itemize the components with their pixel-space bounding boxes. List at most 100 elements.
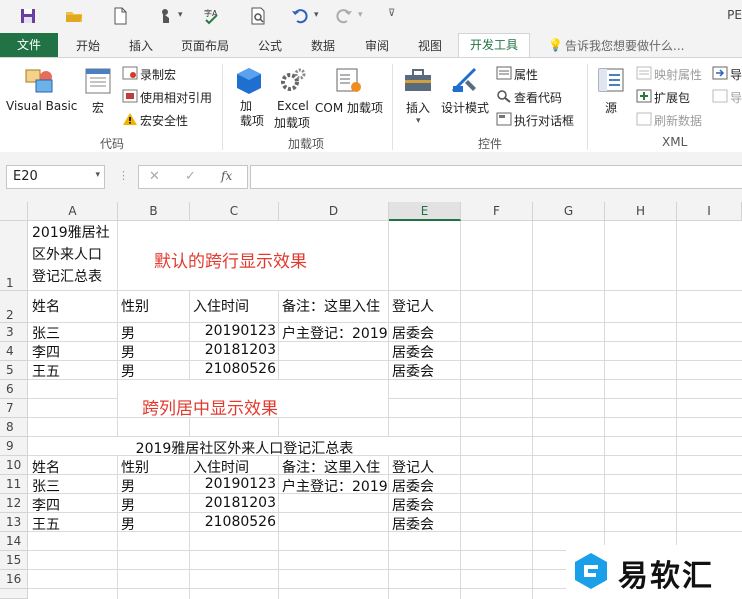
macro-label[interactable]: 宏 (92, 99, 104, 116)
print-preview-icon[interactable] (248, 6, 268, 26)
cell-e4[interactable]: 居委会 (392, 342, 434, 362)
tab-formulas[interactable]: 公式 (258, 37, 282, 54)
record-macro-label[interactable]: 录制宏 (140, 66, 176, 83)
touch-icon[interactable] (156, 6, 176, 26)
cell-a12[interactable]: 李四 (32, 495, 60, 515)
relative-reference-icon[interactable] (122, 89, 138, 103)
macro-icon[interactable] (84, 66, 112, 96)
cell-a3[interactable]: 张三 (32, 323, 60, 343)
cell-c11[interactable]: 20190123 (190, 476, 276, 492)
insert-function-icon[interactable]: fx (221, 169, 232, 183)
view-code-label[interactable]: 查看代码 (514, 89, 562, 106)
column-header-b[interactable]: B (118, 202, 190, 221)
visual-basic-icon[interactable] (24, 66, 56, 96)
cell-a10[interactable]: 姓名 (32, 457, 60, 477)
cell-d3[interactable]: 户主登记：2019 (282, 323, 387, 343)
tab-view[interactable]: 视图 (418, 37, 442, 54)
run-dialog-label[interactable]: 执行对话框 (514, 112, 574, 129)
cell-e11[interactable]: 居委会 (392, 476, 434, 496)
gear-icon[interactable] (278, 66, 308, 96)
row-header-13[interactable]: 13 (0, 513, 28, 532)
cell-c3[interactable]: 20190123 (190, 323, 276, 339)
cell-a2[interactable]: 姓名 (32, 296, 60, 316)
row-header-8[interactable]: 8 (0, 418, 28, 437)
row-header-17[interactable] (0, 589, 28, 599)
row-header-4[interactable]: 4 (0, 342, 28, 361)
undo-dropdown-icon[interactable]: ▾ (314, 10, 319, 20)
splitter-icon[interactable]: ⋮ (118, 169, 129, 182)
cell-a13[interactable]: 王五 (32, 514, 60, 534)
cell-e12[interactable]: 居委会 (392, 495, 434, 515)
cell-b10[interactable]: 性别 (121, 457, 149, 477)
properties-icon[interactable] (496, 66, 512, 80)
cell-a4[interactable]: 李四 (32, 342, 60, 362)
cell-c12[interactable]: 20181203 (190, 495, 276, 511)
row-header-14[interactable]: 14 (0, 532, 28, 551)
tab-home[interactable]: 开始 (76, 37, 100, 54)
open-icon[interactable] (64, 6, 84, 26)
expansion-pack-icon[interactable] (636, 89, 652, 103)
select-all-corner[interactable] (0, 202, 28, 221)
excel-addins-label[interactable]: Excel (277, 99, 309, 113)
cell-b12[interactable]: 男 (121, 495, 135, 515)
row-header-3[interactable]: 3 (0, 323, 28, 342)
excel-addins-label-2[interactable]: 加载项 (274, 114, 310, 131)
cell-b4[interactable]: 男 (121, 342, 135, 362)
view-code-icon[interactable] (496, 89, 512, 103)
macro-security-label[interactable]: 宏安全性 (140, 112, 188, 129)
cell-e10[interactable]: 登记人 (392, 457, 434, 477)
relative-reference-label[interactable]: 使用相对引用 (140, 89, 212, 106)
cell-b13[interactable]: 男 (121, 514, 135, 534)
cell-b5[interactable]: 男 (121, 361, 135, 381)
row-header-7[interactable]: 7 (0, 399, 28, 418)
tab-page-layout[interactable]: 页面布局 (181, 37, 229, 54)
run-dialog-icon[interactable] (496, 112, 512, 126)
cell-a9-centered-title[interactable]: 2019雅居社区外来人口登记汇总表 (29, 438, 460, 458)
column-header-a[interactable]: A (28, 202, 118, 221)
warning-icon[interactable] (122, 112, 138, 126)
cell-b2[interactable]: 性别 (121, 296, 149, 316)
expansion-pack-label[interactable]: 扩展包 (654, 89, 690, 106)
com-addins-label[interactable]: COM 加载项 (315, 99, 383, 116)
cell-a11[interactable]: 张三 (32, 476, 60, 496)
redo-icon[interactable] (334, 6, 354, 26)
tab-review[interactable]: 审阅 (365, 37, 389, 54)
row-header-9[interactable]: 9 (0, 437, 28, 456)
cell-c5[interactable]: 21080526 (190, 361, 276, 377)
cell-d2[interactable]: 备注：这里入住 (282, 296, 387, 316)
cell-c13[interactable]: 21080526 (190, 514, 276, 530)
column-header-e[interactable]: E (389, 202, 461, 221)
properties-label[interactable]: 属性 (514, 66, 538, 83)
design-mode-label[interactable]: 设计模式 (441, 99, 489, 116)
row-header-2[interactable]: 2 (0, 291, 28, 323)
cell-e13[interactable]: 居委会 (392, 514, 434, 534)
cell-d10[interactable]: 备注：这里入住 (282, 457, 387, 477)
toolbox-icon[interactable] (402, 66, 434, 96)
tab-data[interactable]: 数据 (311, 37, 335, 54)
worksheet-grid[interactable]: A B C D E F G H I 1 2 3 4 5 6 7 8 9 10 1… (0, 202, 742, 599)
com-addins-icon[interactable] (334, 66, 364, 96)
row-header-6[interactable]: 6 (0, 380, 28, 399)
cell-b11[interactable]: 男 (121, 476, 135, 496)
cell-e3[interactable]: 居委会 (392, 323, 434, 343)
row-header-11[interactable]: 11 (0, 475, 28, 494)
spell-check-icon[interactable]: 字A (202, 6, 222, 26)
cell-a5[interactable]: 王五 (32, 361, 60, 381)
row-header-16[interactable]: 16 (0, 570, 28, 589)
row-header-5[interactable]: 5 (0, 361, 28, 380)
cell-e5[interactable]: 居委会 (392, 361, 434, 381)
column-header-h[interactable]: H (605, 202, 677, 221)
insert-dropdown-icon[interactable]: ▾ (416, 116, 421, 126)
new-icon[interactable] (110, 6, 130, 26)
visual-basic-label[interactable]: Visual Basic (6, 99, 77, 113)
cell-a1[interactable]: 2019雅居社 区外来人口 登记汇总表 (32, 222, 110, 288)
addins-icon[interactable] (234, 66, 264, 96)
design-mode-icon[interactable] (450, 66, 480, 96)
formula-input[interactable] (250, 165, 742, 189)
xml-source-label[interactable]: 源 (605, 99, 617, 116)
row-header-10[interactable]: 10 (0, 456, 28, 475)
addins-label[interactable]: 加 载项 (240, 99, 264, 129)
undo-icon[interactable] (290, 6, 310, 26)
record-macro-icon[interactable] (122, 66, 138, 80)
column-header-i[interactable]: I (677, 202, 742, 221)
